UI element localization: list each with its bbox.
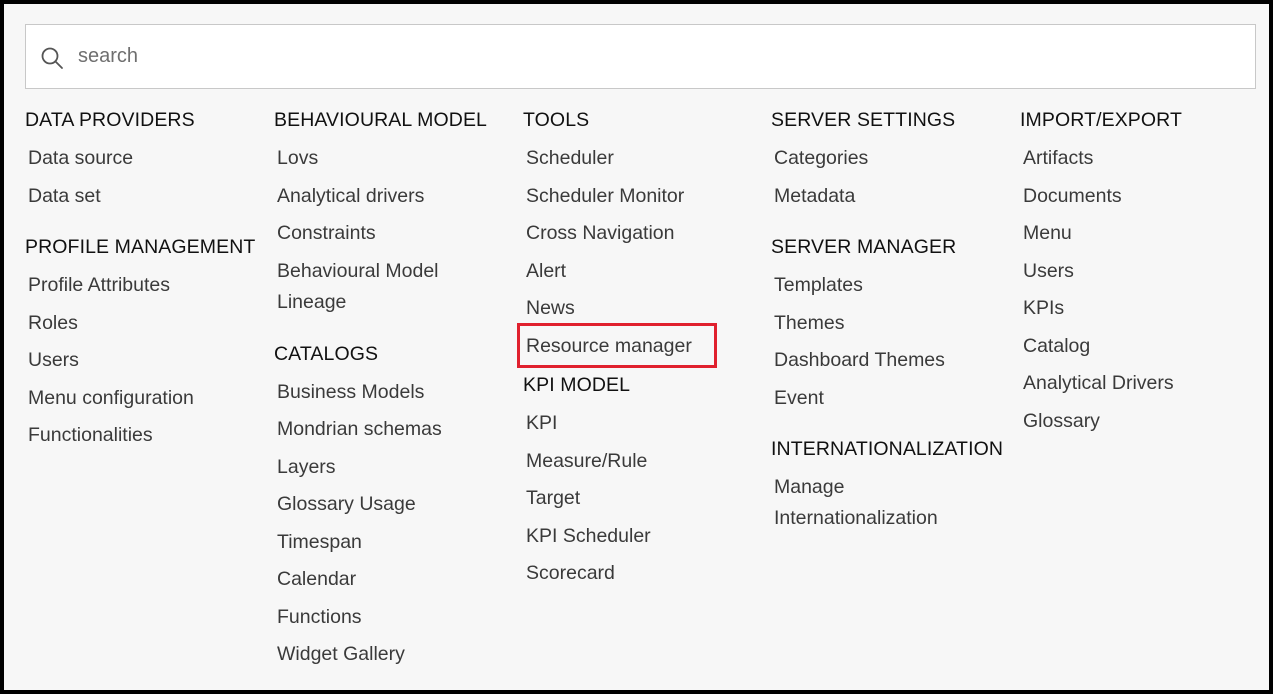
- menu-item-behavioural-model-lineage[interactable]: Behavioural Model Lineage: [274, 256, 474, 325]
- menu-column-5: IMPORT/EXPORT Artifacts Documents Menu U…: [1020, 108, 1266, 443]
- menu-item-analytical-drivers-export[interactable]: Analytical Drivers: [1020, 368, 1266, 406]
- menu-item-themes[interactable]: Themes: [771, 308, 1017, 346]
- menu-column-1: DATA PROVIDERS Data source Data set PROF…: [25, 108, 271, 458]
- menu-item-users[interactable]: Users: [25, 345, 271, 383]
- menu-item-lovs[interactable]: Lovs: [274, 143, 520, 181]
- section-title-server-manager: SERVER MANAGER: [771, 236, 957, 258]
- menu-item-data-source[interactable]: Data source: [25, 143, 271, 181]
- menu-item-event[interactable]: Event: [771, 383, 1017, 421]
- menu-item-menu-configuration[interactable]: Menu configuration: [25, 383, 271, 421]
- section-title-kpi-model: KPI MODEL: [523, 374, 631, 396]
- menu-item-timespan[interactable]: Timespan: [274, 527, 520, 565]
- section-title-import-export: IMPORT/EXPORT: [1020, 109, 1183, 131]
- menu-item-kpi-scheduler[interactable]: KPI Scheduler: [523, 521, 769, 559]
- search-box[interactable]: [25, 24, 1256, 89]
- menu-item-metadata[interactable]: Metadata: [771, 181, 1017, 219]
- menu-item-alert[interactable]: Alert: [523, 256, 769, 294]
- menu-item-data-set[interactable]: Data set: [25, 181, 271, 219]
- menu-item-calendar[interactable]: Calendar: [274, 564, 520, 602]
- section-title-data-providers: DATA PROVIDERS: [25, 109, 195, 131]
- section-title-profile-management: PROFILE MANAGEMENT: [25, 236, 256, 258]
- menu-item-categories[interactable]: Categories: [771, 143, 1017, 181]
- menu-item-glossary[interactable]: Glossary: [1020, 406, 1266, 444]
- menu-item-artifacts[interactable]: Artifacts: [1020, 143, 1266, 181]
- menu-item-kpis[interactable]: KPIs: [1020, 293, 1266, 331]
- menu-item-mondrian-schemas[interactable]: Mondrian schemas: [274, 414, 520, 452]
- menu-item-functions[interactable]: Functions: [274, 602, 520, 640]
- menu-item-constraints[interactable]: Constraints: [274, 218, 520, 256]
- section-title-behavioural-model: BEHAVIOURAL MODEL: [274, 109, 488, 131]
- menu-item-roles[interactable]: Roles: [25, 308, 271, 346]
- search-input[interactable]: [78, 25, 1238, 88]
- section-title-server-settings: SERVER SETTINGS: [771, 109, 956, 131]
- menu-item-documents[interactable]: Documents: [1020, 181, 1266, 219]
- menu-column-3: TOOLS Scheduler Scheduler Monitor Cross …: [523, 108, 769, 596]
- menu-item-cross-navigation[interactable]: Cross Navigation: [523, 218, 769, 256]
- menu-item-measure-rule[interactable]: Measure/Rule: [523, 446, 769, 484]
- menu-item-menu[interactable]: Menu: [1020, 218, 1266, 256]
- menu-item-dashboard-themes[interactable]: Dashboard Themes: [771, 345, 1017, 383]
- section-title-internationalization: INTERNATIONALIZATION: [771, 438, 1004, 460]
- menu-item-scorecard[interactable]: Scorecard: [523, 558, 769, 596]
- menu-item-scheduler[interactable]: Scheduler: [523, 143, 769, 181]
- menu-item-layers[interactable]: Layers: [274, 452, 520, 490]
- menu-item-manage-internationalization[interactable]: Manage Internationalization: [771, 472, 971, 541]
- menu-item-functionalities[interactable]: Functionalities: [25, 420, 271, 458]
- menu-item-templates[interactable]: Templates: [771, 270, 1017, 308]
- menu-item-profile-attributes[interactable]: Profile Attributes: [25, 270, 271, 308]
- menu-item-target[interactable]: Target: [523, 483, 769, 521]
- section-title-tools: TOOLS: [523, 109, 590, 131]
- menu-item-analytical-drivers[interactable]: Analytical drivers: [274, 181, 520, 219]
- search-icon: [41, 47, 63, 69]
- menu-panel: DATA PROVIDERS Data source Data set PROF…: [0, 0, 1273, 694]
- menu-item-business-models[interactable]: Business Models: [274, 377, 520, 415]
- menu-item-news[interactable]: News: [523, 293, 769, 331]
- section-title-catalogs: CATALOGS: [274, 342, 379, 365]
- menu-item-catalog[interactable]: Catalog: [1020, 331, 1266, 369]
- menu-item-scheduler-monitor[interactable]: Scheduler Monitor: [523, 181, 769, 219]
- menu-item-kpi[interactable]: KPI: [523, 408, 769, 446]
- menu-item-resource-manager[interactable]: Resource manager: [523, 331, 769, 369]
- menu-column-2: BEHAVIOURAL MODEL Lovs Analytical driver…: [274, 108, 520, 677]
- menu-item-users-export[interactable]: Users: [1020, 256, 1266, 294]
- menu-column-4: SERVER SETTINGS Categories Metadata SERV…: [771, 108, 1017, 541]
- menu-item-widget-gallery[interactable]: Widget Gallery: [274, 639, 520, 677]
- menu-item-glossary-usage[interactable]: Glossary Usage: [274, 489, 520, 527]
